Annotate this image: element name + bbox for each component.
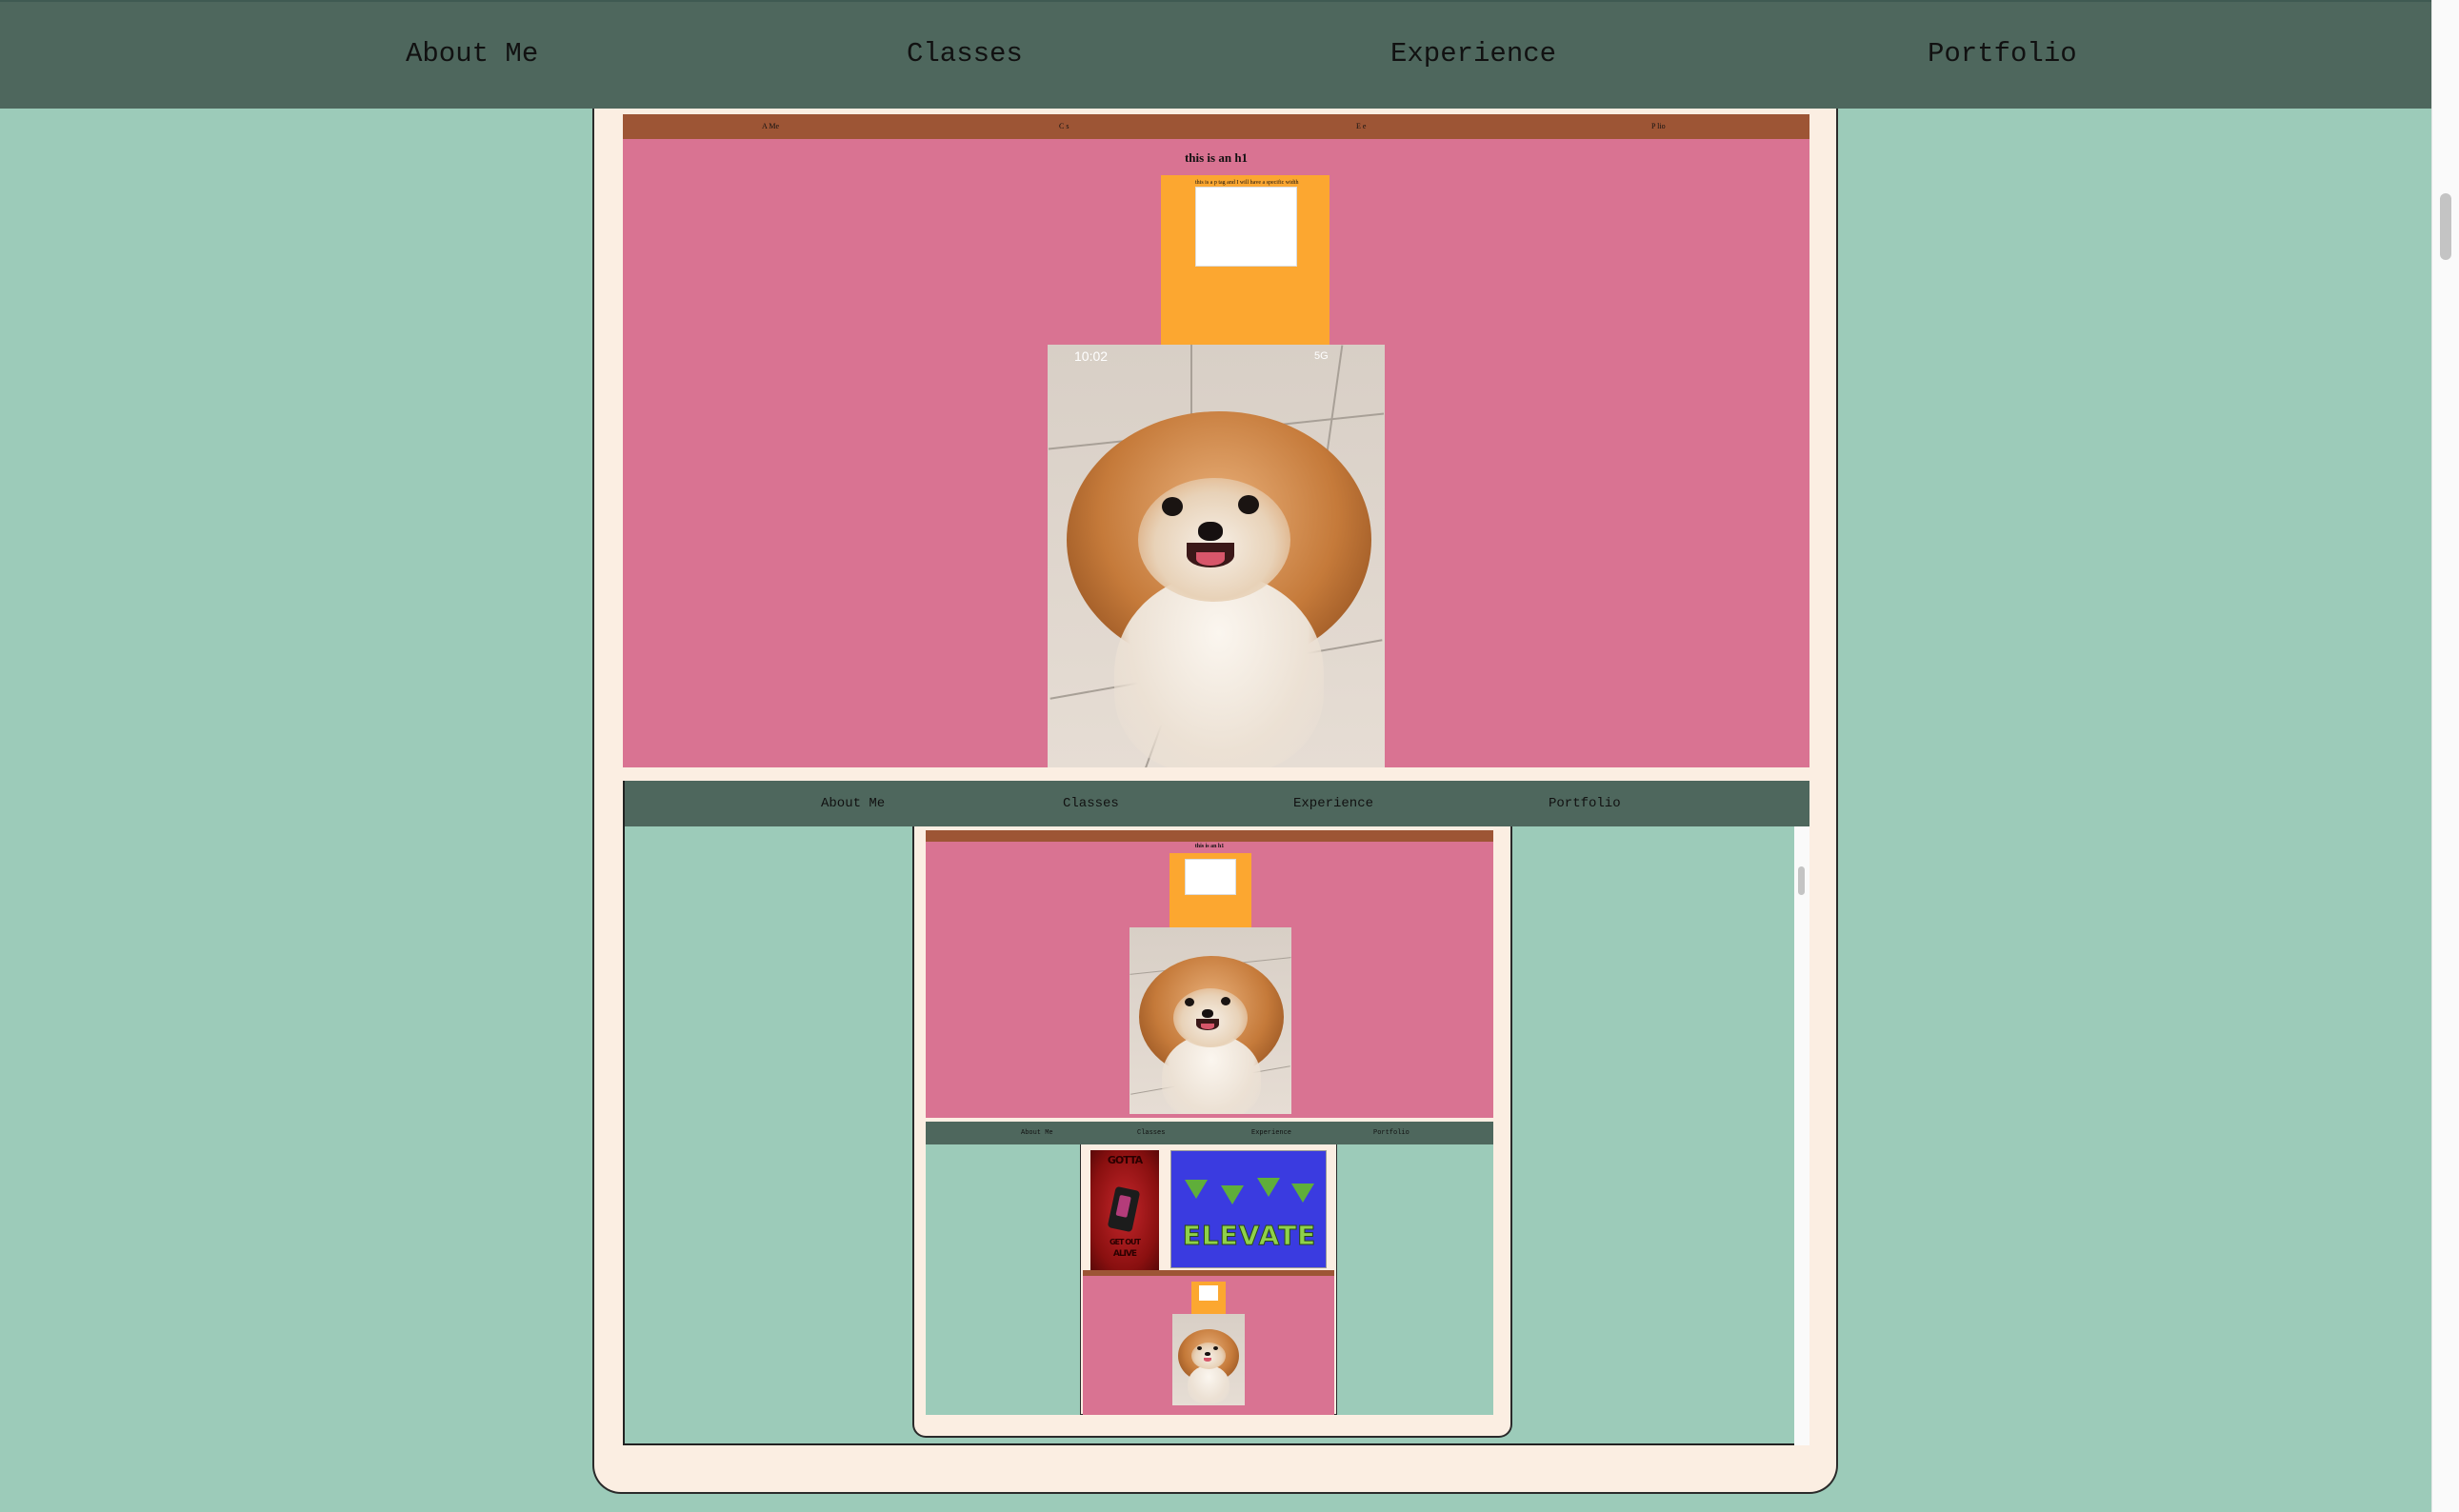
level3-white-box xyxy=(1199,1285,1218,1301)
level3-frame: GOTTA GET OUT ALIVE ELEVATE xyxy=(1080,1144,1337,1415)
status-time: 10:02 xyxy=(1074,348,1109,364)
nested-dog-photo xyxy=(1130,927,1291,1114)
nested-nav: About Me Classes Experience Portfolio xyxy=(625,781,1809,826)
level3-pink-section xyxy=(1083,1276,1334,1415)
top-nav: About Me Classes Experience Portfolio xyxy=(0,0,2431,109)
preview-nav: A Me C s E e P lio xyxy=(623,114,1809,139)
nav-classes[interactable]: Classes xyxy=(907,38,1023,70)
level3-nav-experience[interactable]: Experience xyxy=(1251,1129,1291,1137)
nested-page-level-2: About Me Classes Experience Portfolio th… xyxy=(623,781,1809,1445)
preview-paragraph: this is a p tag and I will have a specif… xyxy=(1195,180,1299,186)
preview-page: A Me C s E e P lio this is an h1 this is… xyxy=(623,109,1809,775)
preview-nav-item[interactable]: E e xyxy=(1356,122,1366,130)
nested-scrollbar[interactable] xyxy=(1794,826,1809,1445)
poster-red-sub2: ALIVE xyxy=(1112,1249,1137,1259)
nested-nav-about-me[interactable]: About Me xyxy=(821,796,885,811)
level3-nav-about-me[interactable]: About Me xyxy=(1021,1129,1053,1137)
nested-nav-classes[interactable]: Classes xyxy=(1063,796,1119,811)
level3-nav-portfolio[interactable]: Portfolio xyxy=(1373,1129,1409,1137)
poster-red-title: GOTTA xyxy=(1107,1154,1143,1166)
dog-photo: 10:02 5G xyxy=(1048,345,1385,767)
preview-nav-item[interactable]: C s xyxy=(1059,122,1069,130)
status-signal: 5G xyxy=(1314,350,1329,362)
white-box xyxy=(1195,187,1297,267)
level3-nav: About Me Classes Experience Portfolio xyxy=(926,1122,1493,1144)
nested-brown-bar xyxy=(926,830,1493,842)
poster-blue-title: ELEVATE xyxy=(1182,1220,1317,1252)
nested-heading: this is an h1 xyxy=(1194,844,1225,849)
nested-scrollbar-thumb[interactable] xyxy=(1798,866,1805,895)
poster-red[interactable]: GOTTA GET OUT ALIVE xyxy=(1090,1150,1159,1270)
nested-frame: this is an h1 About Me Classes Experienc… xyxy=(912,826,1512,1438)
scrollbar-thumb[interactable] xyxy=(2440,193,2451,260)
nested-pink-section: this is an h1 xyxy=(926,842,1493,1118)
level3-orange-box xyxy=(1191,1282,1226,1314)
can-icon xyxy=(1107,1185,1141,1233)
nested-orange-box xyxy=(1170,853,1251,927)
preview-heading: this is an h1 xyxy=(1184,150,1249,165)
nav-experience[interactable]: Experience xyxy=(1390,38,1556,70)
nested-nav-experience[interactable]: Experience xyxy=(1293,796,1373,811)
preview-frame: A Me C s E e P lio this is an h1 this is… xyxy=(592,109,1838,1494)
pink-section: this is an h1 this is a p tag and I will… xyxy=(623,139,1809,767)
nested-page-level-3: About Me Classes Experience Portfolio GO… xyxy=(926,1122,1493,1415)
poster-red-sub: GET OUT xyxy=(1109,1238,1141,1246)
preview-nav-item[interactable]: P lio xyxy=(1651,122,1666,130)
preview-nav-item[interactable]: A Me xyxy=(762,122,779,130)
nav-about-me[interactable]: About Me xyxy=(406,38,538,70)
orange-box: this is a p tag and I will have a specif… xyxy=(1161,175,1329,345)
nested-nav-portfolio[interactable]: Portfolio xyxy=(1549,796,1621,811)
poster-blue[interactable]: ELEVATE xyxy=(1170,1150,1327,1268)
nested-white-box xyxy=(1185,859,1236,895)
level3-dog-photo xyxy=(1172,1314,1245,1405)
nav-portfolio[interactable]: Portfolio xyxy=(1928,38,2077,70)
page-scrollbar[interactable] xyxy=(2431,0,2459,1512)
level3-nav-classes[interactable]: Classes xyxy=(1137,1129,1165,1137)
